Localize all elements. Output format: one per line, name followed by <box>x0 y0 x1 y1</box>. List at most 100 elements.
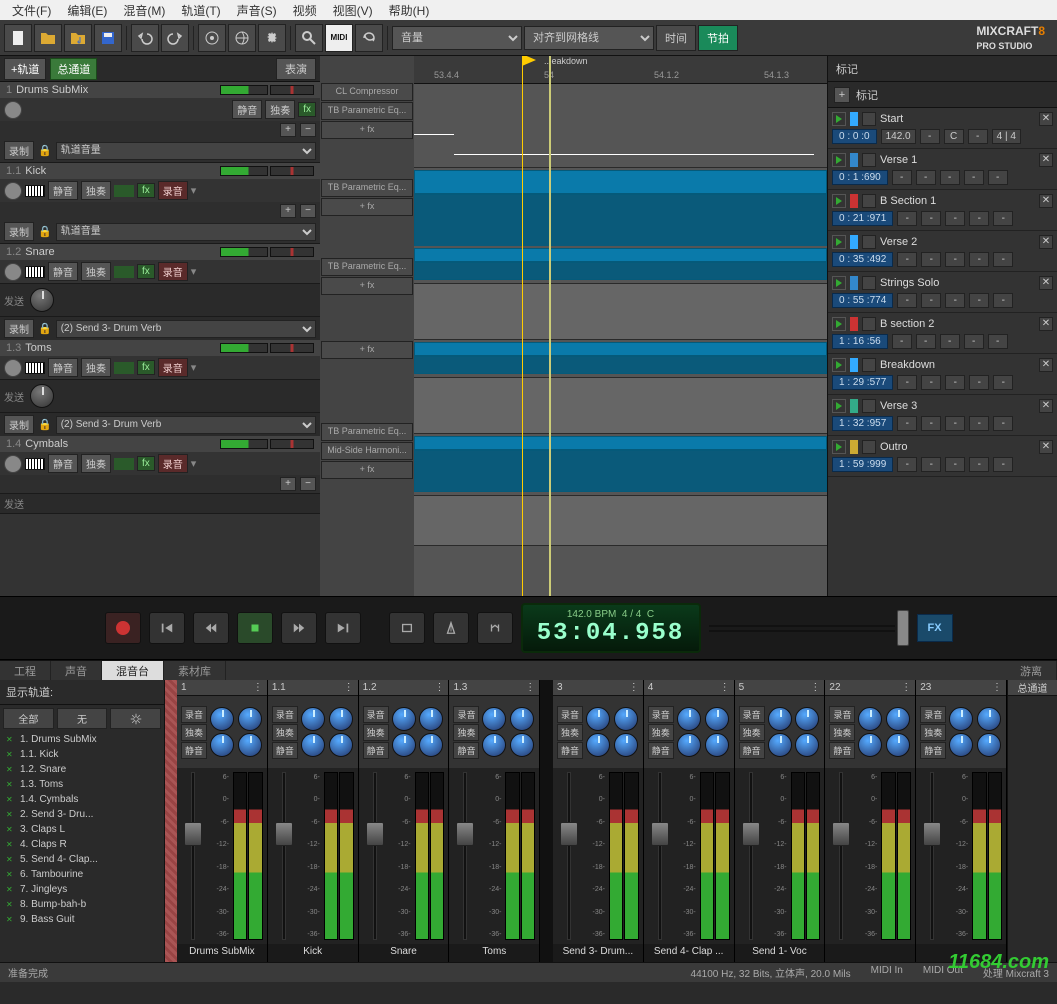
flag-icon[interactable] <box>862 276 876 290</box>
strip-rec-button[interactable]: 录音 <box>363 706 389 723</box>
strip-solo-button[interactable]: 独奏 <box>453 724 479 741</box>
redo-button[interactable] <box>161 24 189 52</box>
strip-label[interactable]: Kick <box>268 944 358 962</box>
marker-item[interactable]: B section 2✕1 : 16 :56----- <box>828 313 1057 354</box>
marker-play-button[interactable] <box>832 153 846 167</box>
timeline[interactable]: ...eakdown 53.4.4 54 54.1.2 54.1.3 <box>414 56 827 596</box>
automation-select[interactable]: 音量 <box>392 26 522 50</box>
mixer-strip[interactable]: 22⋮ 录音独奏静音 6-0--6--12--18--24--30--36- <box>825 680 916 962</box>
strip-label[interactable]: Drums SubMix <box>177 944 267 962</box>
eq-knob[interactable] <box>301 707 325 731</box>
solo-button[interactable]: 独奏 <box>265 100 295 119</box>
strip-rec-button[interactable]: 录音 <box>181 706 207 723</box>
strip-rec-button[interactable]: 录音 <box>453 706 479 723</box>
eq-knob[interactable] <box>586 707 610 731</box>
status-midi-in[interactable]: MIDI In <box>871 965 903 980</box>
marker-name[interactable]: Verse 1 <box>880 154 1035 166</box>
marker-name[interactable]: B Section 1 <box>880 195 1035 207</box>
pan-slider[interactable] <box>270 85 314 95</box>
show-all-button[interactable]: 全部 <box>3 708 54 729</box>
menu-edit[interactable]: 编辑(E) <box>59 2 115 19</box>
marker-time[interactable]: 1 : 32 :957 <box>832 416 893 431</box>
stop-button[interactable] <box>237 612 273 644</box>
menu-sound[interactable]: 声音(S) <box>229 2 285 19</box>
delete-marker-button[interactable]: ✕ <box>1039 440 1053 454</box>
fader[interactable] <box>181 772 205 940</box>
marker-color[interactable] <box>850 358 858 372</box>
fader[interactable] <box>739 772 763 940</box>
menu-video[interactable]: 视频 <box>285 2 325 19</box>
mixer-strip[interactable]: 1⋮ 录音独奏静音 6-0--6--12--18--24--30--36- Dr… <box>177 680 268 962</box>
add-marker-button[interactable]: + <box>834 87 850 103</box>
menu-file[interactable]: 文件(F) <box>4 2 59 19</box>
strip-menu-icon[interactable]: ⋮ <box>344 682 354 693</box>
fader[interactable] <box>557 772 581 940</box>
strip-mute-button[interactable]: 静音 <box>739 742 765 759</box>
fader[interactable] <box>272 772 296 940</box>
marker-color[interactable] <box>850 153 858 167</box>
delete-marker-button[interactable]: ✕ <box>1039 153 1053 167</box>
detach-label[interactable]: 游离 <box>1006 661 1057 680</box>
remove-lane-button[interactable]: − <box>300 123 316 137</box>
send-knob[interactable] <box>30 288 54 312</box>
track-cymbals[interactable]: 1.4Cymbals 静音 独奏 fx 录音 ▾ +− <box>0 436 320 494</box>
flag-icon[interactable] <box>862 317 876 331</box>
mixer-strip[interactable]: 1.1⋮ 录音独奏静音 6-0--6--12--18--24--30--36- … <box>268 680 359 962</box>
strip-solo-button[interactable]: 独奏 <box>272 724 298 741</box>
menu-help[interactable]: 帮助(H) <box>381 2 438 19</box>
marker-name[interactable]: Breakdown <box>880 359 1035 371</box>
marker-time[interactable]: 1 : 59 :999 <box>832 457 893 472</box>
mixer-list-item[interactable]: 1.2. Snare <box>0 762 164 777</box>
delete-marker-button[interactable]: ✕ <box>1039 194 1053 208</box>
strip-menu-icon[interactable]: ⋮ <box>525 682 535 693</box>
marker-name[interactable]: Verse 2 <box>880 236 1035 248</box>
zoom-button[interactable] <box>295 24 323 52</box>
marker-item[interactable]: Verse 1✕0 : 1 :690----- <box>828 149 1057 190</box>
marker-name[interactable]: Outro <box>880 441 1035 453</box>
eq-knob[interactable] <box>677 707 701 731</box>
track-drums-submix[interactable]: 1Drums SubMix 静音 独奏 fx +− 录制 🔒 轨道音量 <box>0 82 320 163</box>
clip-lane-cymbals[interactable] <box>414 434 827 496</box>
flag-icon[interactable] <box>862 399 876 413</box>
clip-lane-snare[interactable] <box>414 246 827 284</box>
track-snare[interactable]: 1.2Snare 静音 独奏 fx 录音 ▾ <box>0 244 320 284</box>
strip-rec-button[interactable]: 录音 <box>557 706 583 723</box>
open-file-button[interactable] <box>34 24 62 52</box>
record-button[interactable] <box>105 612 141 644</box>
marker-item[interactable]: B Section 1✕0 : 21 :971----- <box>828 190 1057 231</box>
eq-knob[interactable] <box>949 707 973 731</box>
strip-menu-icon[interactable]: ⋮ <box>720 682 730 693</box>
flag-icon[interactable] <box>862 153 876 167</box>
delete-marker-button[interactable]: ✕ <box>1039 276 1053 290</box>
markers-tab[interactable]: 标记 <box>836 61 858 77</box>
time-mode-button[interactable]: 时间 <box>656 25 696 51</box>
fx-slot[interactable]: CL Compressor <box>321 83 413 101</box>
send-track-3[interactable]: 发送 <box>0 494 320 514</box>
strip-solo-button[interactable]: 独奏 <box>739 724 765 741</box>
strip-solo-button[interactable]: 独奏 <box>181 724 207 741</box>
piano-roll-button[interactable] <box>25 185 45 197</box>
strip-divider[interactable] <box>165 680 177 962</box>
marker-name[interactable]: Strings Solo <box>880 277 1035 289</box>
midi-button[interactable]: MIDI <box>325 24 353 52</box>
delete-marker-button[interactable]: ✕ <box>1039 112 1053 126</box>
strip-label[interactable]: Send 3- Drum... <box>553 944 643 962</box>
mixer-list-item[interactable]: 3. Claps L <box>0 822 164 837</box>
mixer-strip[interactable]: 3⋮ 录音独奏静音 6-0--6--12--18--24--30--36- Se… <box>553 680 644 962</box>
strip-label[interactable]: Send 1- Voc <box>735 944 825 962</box>
forward-end-button[interactable] <box>325 612 361 644</box>
show-none-button[interactable]: 无 <box>57 708 108 729</box>
marker-play-button[interactable] <box>832 317 846 331</box>
menu-track[interactable]: 轨道(T) <box>173 2 228 19</box>
strip-mute-button[interactable]: 静音 <box>363 742 389 759</box>
mixer-strip[interactable]: 5⋮ 录音独奏静音 6-0--6--12--18--24--30--36- Se… <box>735 680 826 962</box>
marker-play-button[interactable] <box>832 358 846 372</box>
mixer-strip[interactable]: 4⋮ 录音独奏静音 6-0--6--12--18--24--30--36- Se… <box>644 680 735 962</box>
burn-button[interactable] <box>198 24 226 52</box>
strip-solo-button[interactable]: 独奏 <box>920 724 946 741</box>
automation-icon[interactable] <box>114 185 134 197</box>
strip-solo-button[interactable]: 独奏 <box>829 724 855 741</box>
delete-marker-button[interactable]: ✕ <box>1039 317 1053 331</box>
strip-solo-button[interactable]: 独奏 <box>648 724 674 741</box>
routing-select[interactable]: 轨道音量 <box>56 142 316 160</box>
